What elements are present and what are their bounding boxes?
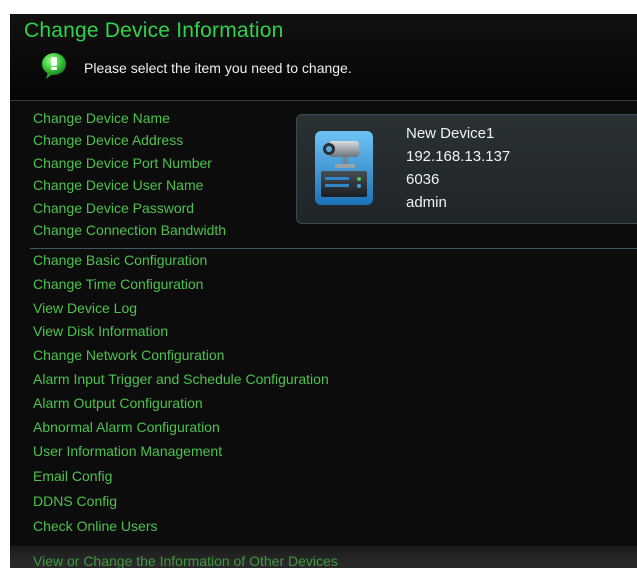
menu-item-change-device-port[interactable]: Change Device Port Number	[33, 155, 212, 171]
menu-item-change-device-user-name[interactable]: Change Device User Name	[33, 177, 203, 193]
device-name: New Device1	[406, 125, 495, 142]
header: Change Device Information Please select …	[10, 14, 637, 101]
menu-separator	[30, 248, 637, 249]
device-info-card: New Device1 192.168.13.137 6036 admin	[296, 114, 637, 224]
hint-text: Please select the item you need to chang…	[84, 60, 352, 76]
menu-item-ddns-config[interactable]: DDNS Config	[33, 493, 117, 509]
menu-item-view-disk-information[interactable]: View Disk Information	[33, 323, 168, 339]
device-user: admin	[406, 194, 447, 211]
menu-item-check-online-users[interactable]: Check Online Users	[33, 518, 158, 534]
menu-item-view-device-log[interactable]: View Device Log	[33, 300, 137, 316]
page-title: Change Device Information	[24, 19, 284, 42]
menu-item-change-time-configuration[interactable]: Change Time Configuration	[33, 276, 203, 292]
info-bubble-icon	[42, 53, 66, 79]
device-address: 192.168.13.137	[406, 148, 511, 165]
camera-dvr-icon	[315, 131, 373, 205]
menu-item-change-device-name[interactable]: Change Device Name	[33, 110, 170, 126]
change-device-info-window: Change Device Information Please select …	[10, 14, 637, 568]
menu-item-abnormal-alarm-configuration[interactable]: Abnormal Alarm Configuration	[33, 419, 220, 435]
view-other-devices-link[interactable]: View or Change the Information of Other …	[33, 553, 338, 568]
menu-item-alarm-input-trigger[interactable]: Alarm Input Trigger and Schedule Configu…	[33, 371, 329, 387]
menu-item-change-device-password[interactable]: Change Device Password	[33, 200, 194, 216]
menu-item-user-information-management[interactable]: User Information Management	[33, 443, 222, 459]
menu-item-alarm-output-configuration[interactable]: Alarm Output Configuration	[33, 395, 203, 411]
menu-item-change-basic-configuration[interactable]: Change Basic Configuration	[33, 252, 207, 268]
menu-item-change-connection-bandwidth[interactable]: Change Connection Bandwidth	[33, 222, 226, 238]
device-port: 6036	[406, 171, 440, 188]
menu-item-change-device-address[interactable]: Change Device Address	[33, 132, 183, 148]
menu-item-email-config[interactable]: Email Config	[33, 468, 112, 484]
menu-item-change-network-configuration[interactable]: Change Network Configuration	[33, 347, 224, 363]
